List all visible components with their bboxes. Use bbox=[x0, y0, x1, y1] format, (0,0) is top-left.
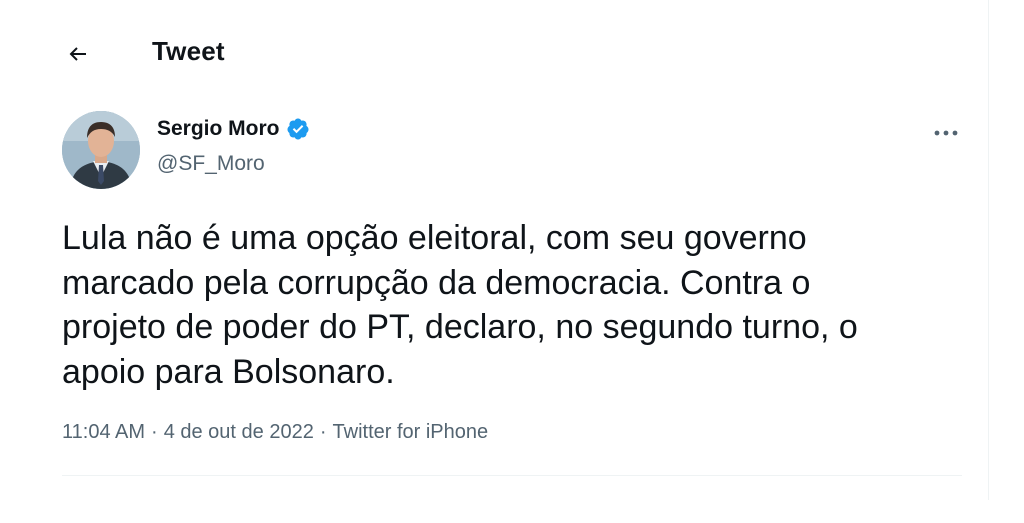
verified-badge-icon bbox=[287, 118, 309, 140]
author-name-row[interactable]: Sergio Moro bbox=[157, 117, 310, 141]
back-button[interactable] bbox=[58, 34, 98, 74]
header-bar: Tweet bbox=[0, 22, 988, 82]
meta-separator: · bbox=[151, 421, 158, 443]
tweet-date[interactable]: 4 de out de 2022 bbox=[164, 421, 314, 444]
tweet-metadata: 11:04 AM · 4 de out de 2022 · Twitter fo… bbox=[62, 421, 488, 444]
profile-photo-avatar bbox=[62, 111, 140, 189]
page-title: Tweet bbox=[152, 36, 225, 66]
tweet-source[interactable]: Twitter for iPhone bbox=[333, 421, 489, 444]
more-options-icon bbox=[934, 130, 958, 136]
divider bbox=[62, 475, 962, 476]
avatar[interactable] bbox=[62, 111, 140, 189]
tweet-page: Tweet Sergio Moro @SF_Moro Lula não é um… bbox=[0, 0, 1024, 523]
author-display-name[interactable]: Sergio Moro bbox=[157, 117, 280, 141]
meta-separator: · bbox=[319, 421, 327, 443]
arrow-left-icon bbox=[69, 47, 86, 61]
author-handle[interactable]: @SF_Moro bbox=[157, 152, 265, 176]
more-options-button[interactable] bbox=[926, 116, 966, 150]
tweet-time[interactable]: 11:04 AM bbox=[62, 421, 145, 444]
tweet-text: Lula não é uma opção eleitoral, com seu … bbox=[62, 219, 858, 391]
column-border bbox=[988, 0, 989, 500]
